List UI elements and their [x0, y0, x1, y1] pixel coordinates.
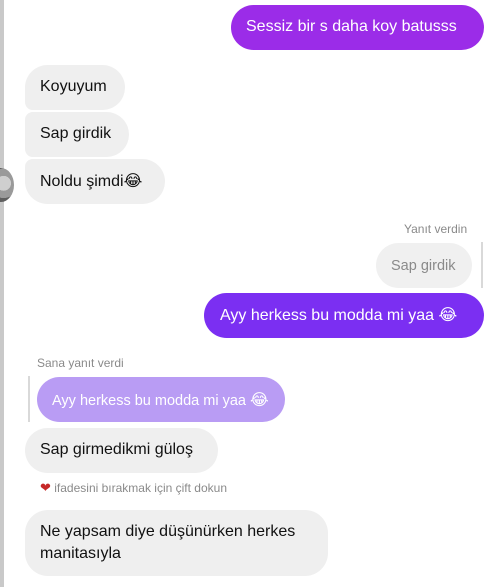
message-text-line-2: manitasıyla [40, 545, 121, 562]
message-text: Ayy herkess bu modda mi yaa [220, 307, 435, 324]
reaction-hint-text: ifadesini bırakmak için çift dokun [54, 481, 227, 495]
quoted-text: Sap girdik [391, 258, 456, 274]
message-incoming-3[interactable]: Noldu şimdi😂 [25, 159, 165, 204]
reply-meta-you: Yanıt verdin [404, 222, 468, 236]
reply-thread-bar [481, 242, 483, 288]
message-outgoing-2[interactable]: Ayy herkess bu modda mi yaa 😂 [204, 293, 484, 338]
message-text: Koyuyum [40, 78, 107, 95]
laughing-emoji-icon: 😂 [123, 171, 143, 190]
reply-meta-them: Sana yanıt verdi [37, 356, 124, 370]
laughing-emoji-icon: 😂 [250, 390, 269, 409]
message-incoming-1[interactable]: Koyuyum [25, 65, 125, 110]
quoted-text: Ayy herkess bu modda mi yaa [52, 393, 246, 409]
message-text: Noldu şimdi [40, 173, 124, 190]
quoted-message-incoming[interactable]: Ayy herkess bu modda mi yaa 😂 [37, 377, 285, 422]
message-text: Sap girmedikmi güloş [40, 441, 193, 458]
laughing-emoji-icon: 😂 [438, 305, 458, 324]
message-text: Sap girdik [40, 125, 112, 142]
message-incoming-4[interactable]: Sap girmedikmi güloş [25, 428, 218, 473]
left-edge-strip [0, 0, 4, 587]
message-outgoing-1[interactable]: Sessiz bir s daha koy batusss [231, 5, 484, 50]
quoted-message-outgoing[interactable]: Sap girdik [376, 243, 472, 288]
reaction-hint[interactable]: ❤ ifadesini bırakmak için çift dokun [40, 480, 227, 496]
message-text: Sessiz bir s daha koy batusss [246, 18, 457, 35]
message-text-line-1: Ne yapsam diye düşünürken herkes [40, 523, 296, 540]
avatar[interactable] [0, 168, 14, 202]
message-incoming-5[interactable]: Ne yapsam diye düşünürken herkes manitas… [25, 510, 328, 576]
reply-thread-bar [28, 376, 30, 422]
heart-icon: ❤ [40, 480, 51, 495]
message-incoming-2[interactable]: Sap girdik [25, 112, 129, 157]
